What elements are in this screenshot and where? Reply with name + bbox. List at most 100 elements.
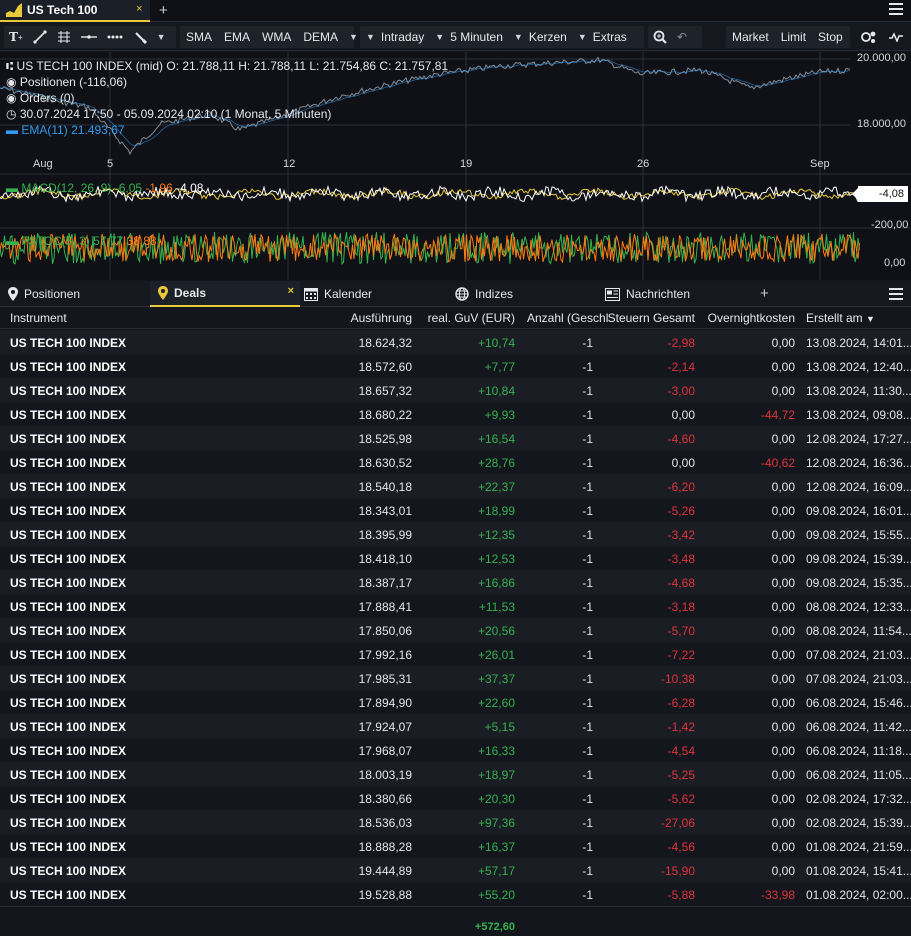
order-stop-button[interactable]: Stop [812,30,849,44]
column-header-overnight[interactable]: Overnightkosten [708,311,795,325]
orders-readout[interactable]: ◉ Orders (0) [6,91,75,105]
table-row[interactable]: US TECH 100 INDEX 18.624,32 +10,74 -1 -2,98 0… [0,330,911,354]
table-row[interactable]: US TECH 100 INDEX 17.850,06 +20,56 -1 -5,70 0… [0,618,911,642]
column-header-erstellt[interactable]: Erstellt am ▼ [806,311,875,325]
table-row[interactable]: US TECH 100 INDEX 18.387,17 +16,86 -1 -4,68 0… [0,570,911,594]
indicator-sma-button[interactable]: SMA [180,30,218,44]
positions-readout[interactable]: ◉ Positionen (-116,06) [6,75,127,89]
table-row[interactable]: US TECH 100 INDEX 18.525,98 +16,54 -1 -4,60 0… [0,426,911,450]
cell-erstellt: 09.08.2024, 15:39... [806,552,911,566]
table-row[interactable]: US TECH 100 INDEX 18.630,52 +28,76 -1 0,00 -4… [0,450,911,474]
table-row[interactable]: US TECH 100 INDEX 18.395,99 +12,35 -1 -3,42 0… [0,522,911,546]
panel-menu-icon[interactable] [889,288,903,303]
table-row[interactable]: US TECH 100 INDEX 18.572,60 +7,77 -1 -2,14 0,… [0,354,911,378]
extras-dropdown-icon[interactable]: ▼ [578,32,587,42]
text-tool-icon[interactable]: T + [4,30,28,44]
tab-positionen[interactable]: Positionen [0,281,150,307]
price-chart[interactable]: ⑆ US TECH 100 INDEX (mid) O: 21.788,11 H… [0,52,911,280]
fstoc-legend[interactable]: ▬ FSTOC(5, 3) 57,77 38,88 [6,234,157,248]
indicator-wma-button[interactable]: WMA [256,30,297,44]
add-panel-tab-icon[interactable]: + [760,285,769,302]
period-dropdown-icon[interactable]: ▼ [366,32,375,42]
document-tab-us-tech-100[interactable]: US Tech 100 × [0,0,150,22]
signal-icon[interactable] [884,32,908,42]
cell-erstellt: 09.08.2024, 15:55... [806,528,911,542]
table-row[interactable]: US TECH 100 INDEX 18.680,22 +9,93 -1 0,00 -44… [0,402,911,426]
brush-tool-icon[interactable] [128,30,152,44]
column-header-anzahl[interactable]: Anzahl (Geschl [527,311,608,325]
drawing-tools-dropdown-icon[interactable]: ▼ [157,32,166,42]
table-row[interactable]: US TECH 100 INDEX 17.888,41 +11,53 -1 -3,18 0… [0,594,911,618]
interval-select[interactable]: 5 Minuten [444,30,509,44]
order-market-button[interactable]: Market [726,30,775,44]
zoom-icon[interactable] [648,30,672,44]
indicator-dropdown-icon[interactable]: ▼ [349,32,358,42]
column-header-steuern[interactable]: Steuern Gesamt [608,311,695,325]
macd-label: MACD(12, 26, 9) [21,181,112,195]
close-tab-icon[interactable]: × [136,3,142,15]
table-row[interactable]: US TECH 100 INDEX 17.992,16 +26,01 -1 -7,22 0… [0,642,911,666]
table-row[interactable]: US TECH 100 INDEX 17.894,90 +22,60 -1 -6,28 0… [0,690,911,714]
table-row[interactable]: US TECH 100 INDEX 17.924,07 +5,15 -1 -1,42 0,… [0,714,911,738]
cell-guv: +16,54 [477,432,515,446]
charttype-select[interactable]: Kerzen [523,30,573,44]
cell-ausfuehrung: 18.387,17 [358,576,412,590]
cell-ausfuehrung: 17.985,31 [358,672,412,686]
interval-dropdown-icon[interactable]: ▼ [435,32,444,42]
cell-overnight: 0,00 [771,384,795,398]
cell-ausfuehrung: 18.525,98 [358,432,412,446]
dotted-line-icon[interactable] [102,32,128,42]
undo-icon[interactable]: ↶ [672,30,692,44]
table-row[interactable]: US TECH 100 INDEX 18.003,19 +18,97 -1 -5,25 0… [0,762,911,786]
ema-readout[interactable]: ▬ EMA(11) 21.493,67 [6,123,125,137]
cell-instrument: US TECH 100 INDEX [10,600,127,614]
table-row[interactable]: US TECH 100 INDEX 19.528,88 +55,20 -1 -5,88 -… [0,882,911,906]
cell-instrument: US TECH 100 INDEX [10,576,127,590]
tab-indizes[interactable]: Indizes [455,281,605,307]
column-header-ausfuehrung[interactable]: Ausführung [351,311,412,325]
cell-erstellt: 09.08.2024, 16:01... [806,504,911,518]
close-tab-icon[interactable]: × [288,285,294,297]
tab-deals[interactable]: Deals × [150,281,300,307]
tab-label: Deals [174,286,207,300]
table-row[interactable]: US TECH 100 INDEX 18.343,01 +18,99 -1 -5,26 0… [0,498,911,522]
table-row[interactable]: US TECH 100 INDEX 18.657,32 +10,84 -1 -3,00 0… [0,378,911,402]
cell-overnight: 0,00 [771,744,795,758]
fib-tool-icon[interactable] [52,30,76,44]
macd-legend[interactable]: ▬ MACD(12, 26, 9) -6,05 -1,96 -4,08 [6,181,203,195]
charttype-dropdown-icon[interactable]: ▼ [514,32,523,42]
column-header-instrument[interactable]: Instrument [10,311,67,325]
price-axis-label: 20.000,00 [857,52,906,64]
add-tab-icon[interactable]: + [159,2,168,19]
table-row[interactable]: US TECH 100 INDEX 18.536,03 +97,36 -1 -27,06… [0,810,911,834]
order-limit-button[interactable]: Limit [775,30,812,44]
table-row[interactable]: US TECH 100 INDEX 18.418,10 +12,53 -1 -3,48 0… [0,546,911,570]
compare-icon[interactable] [856,30,884,44]
fstoc-label: FSTOC(5, 3) [21,234,90,248]
macd-legend-icon: ▬ [6,181,22,195]
table-row[interactable]: US TECH 100 INDEX 18.380,66 +20,30 -1 -5,62 0… [0,786,911,810]
indicator-dema-button[interactable]: DEMA [297,30,344,44]
cell-ausfuehrung: 19.528,88 [358,888,412,902]
table-row[interactable]: US TECH 100 INDEX 18.888,28 +16,37 -1 -4,56 0… [0,834,911,858]
table-row[interactable]: US TECH 100 INDEX 19.444,89 +57,17 -1 -15,90… [0,858,911,882]
tab-kalender[interactable]: Kalender [304,281,454,307]
cell-anzahl: -1 [582,816,593,830]
extras-select[interactable]: Extras [587,30,633,44]
tab-nachrichten[interactable]: Nachrichten [605,281,755,307]
column-header-guv[interactable]: real. GuV (EUR) [428,311,515,325]
cell-guv: +97,36 [477,816,515,830]
table-row[interactable]: US TECH 100 INDEX 17.968,07 +16,33 -1 -4,54 0… [0,738,911,762]
macd-value-tag: -4,08 [852,186,908,202]
line-tool-icon[interactable] [28,30,52,44]
table-row[interactable]: US TECH 100 INDEX 17.985,31 +37,37 -1 -10,38… [0,666,911,690]
cell-overnight: -33,98 [760,888,795,902]
cell-steuern: -10,38 [660,672,695,686]
hline-tool-icon[interactable] [76,32,102,42]
indicator-ema-button[interactable]: EMA [218,30,256,44]
ema-series-line [0,59,851,146]
table-row[interactable]: US TECH 100 INDEX 18.540,18 +22,37 -1 -6,20 0… [0,474,911,498]
period-select[interactable]: Intraday [375,30,430,44]
hamburger-menu-icon[interactable] [889,3,903,18]
cell-anzahl: -1 [582,528,593,542]
